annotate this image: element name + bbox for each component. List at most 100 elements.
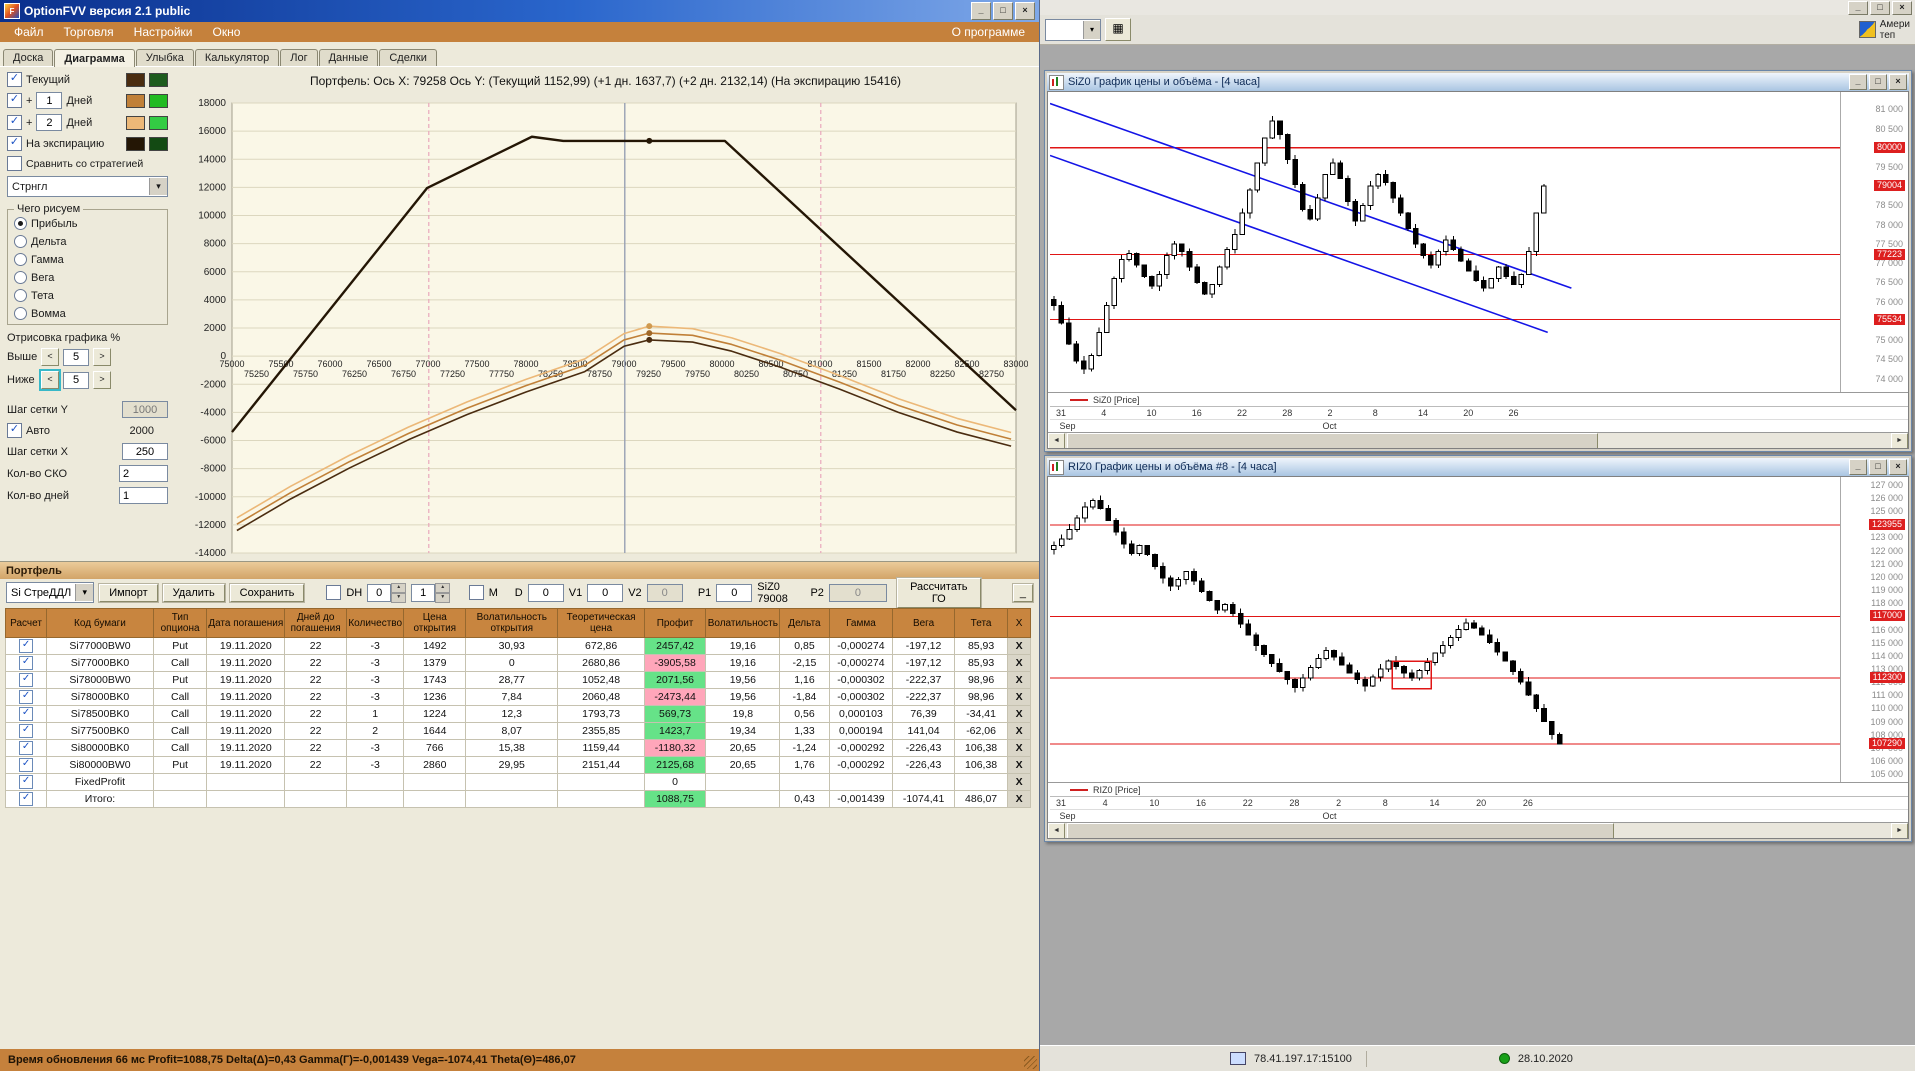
days-count-input[interactable]: [119, 487, 168, 504]
menu-about[interactable]: О программе: [942, 24, 1035, 40]
above-decrease-button[interactable]: <: [41, 348, 59, 366]
checkbox-plus2[interactable]: ✓: [7, 115, 22, 130]
resize-grip[interactable]: [1024, 1056, 1037, 1069]
spin-up-icon[interactable]: ▲: [435, 582, 451, 593]
scroll-left-icon[interactable]: ◄: [1048, 823, 1065, 838]
column-header[interactable]: Тип опциона: [152, 608, 208, 638]
checkbox-m[interactable]: [468, 585, 484, 600]
close-button[interactable]: ×: [1889, 74, 1907, 90]
row-delete-button[interactable]: X: [1007, 739, 1031, 757]
menu-settings[interactable]: Настройки: [124, 24, 203, 40]
checkbox-current[interactable]: ✓: [7, 72, 22, 87]
radio-theta[interactable]: [14, 289, 27, 302]
days1-input[interactable]: [36, 92, 63, 109]
import-button[interactable]: Импорт: [99, 583, 158, 602]
row-delete-button[interactable]: X: [1007, 722, 1031, 740]
below-decrease-button[interactable]: <: [39, 369, 61, 391]
above-input[interactable]: [63, 348, 89, 366]
terminal-combo[interactable]: ▾: [1045, 18, 1101, 41]
row-delete-button[interactable]: X: [1007, 773, 1031, 791]
si-candle-chart[interactable]: [1050, 92, 1840, 392]
sko-input[interactable]: [119, 465, 168, 482]
tab-diagram[interactable]: Диаграмма: [54, 49, 135, 67]
column-header[interactable]: Тета: [953, 608, 1009, 638]
scroll-right-icon[interactable]: ►: [1891, 823, 1908, 838]
row-checkbox[interactable]: ✓: [19, 724, 34, 738]
column-header[interactable]: Цена открытия: [403, 608, 467, 638]
spin-down-icon[interactable]: ▼: [435, 592, 451, 603]
scroll-thumb[interactable]: [1067, 433, 1598, 448]
scroll-left-icon[interactable]: ◄: [1048, 433, 1065, 448]
ri-scrollbar[interactable]: ◄ ►: [1048, 822, 1908, 838]
spin-up-icon[interactable]: ▲: [391, 582, 407, 593]
maximize-button[interactable]: □: [1869, 74, 1887, 90]
radio-vega[interactable]: [14, 271, 27, 284]
grid-tool-button[interactable]: ▦: [1105, 18, 1131, 41]
checkbox-plus1[interactable]: ✓: [7, 93, 22, 108]
row-checkbox[interactable]: ✓: [19, 758, 34, 772]
v1-input[interactable]: [587, 583, 624, 602]
row-delete-button[interactable]: X: [1007, 688, 1031, 706]
column-header[interactable]: Дней до погашения: [284, 608, 347, 638]
menu-window[interactable]: Окно: [203, 24, 251, 40]
column-header[interactable]: Гамма: [828, 608, 894, 638]
column-header[interactable]: Профит: [643, 608, 707, 638]
checkbox-dh[interactable]: [326, 585, 342, 600]
below-increase-button[interactable]: >: [93, 371, 111, 389]
column-header[interactable]: Количество: [345, 608, 405, 638]
row-checkbox[interactable]: ✓: [19, 741, 34, 755]
minimize-button[interactable]: _: [1848, 1, 1868, 15]
d-input[interactable]: [527, 583, 564, 602]
column-header[interactable]: Теоретическая цена: [557, 608, 645, 638]
row-delete-button[interactable]: X: [1007, 705, 1031, 723]
above-increase-button[interactable]: >: [93, 348, 111, 366]
scroll-thumb[interactable]: [1067, 823, 1615, 838]
title-bar[interactable]: F OptionFVV версия 2.1 public _ □ ×: [0, 0, 1039, 22]
radio-delta[interactable]: [14, 235, 27, 248]
close-button[interactable]: ×: [1889, 459, 1907, 475]
checkbox-expiration[interactable]: ✓: [7, 136, 22, 151]
payoff-chart[interactable]: -14000-12000-10000-8000-6000-4000-200002…: [176, 91, 1028, 559]
spin-down-icon[interactable]: ▼: [391, 592, 407, 603]
delete-button[interactable]: Удалить: [162, 583, 225, 602]
scroll-right-icon[interactable]: ►: [1891, 433, 1908, 448]
column-header[interactable]: Волатильность: [705, 608, 781, 638]
dh-value-1[interactable]: [367, 583, 392, 602]
tab-data[interactable]: Данные: [318, 49, 379, 66]
ri-window-titlebar[interactable]: RIZ0 График цены и объёма #8 - [4 часа] …: [1047, 458, 1909, 476]
minimize-button[interactable]: _: [1849, 74, 1867, 90]
tab-log[interactable]: Лог: [280, 49, 318, 66]
row-checkbox[interactable]: ✓: [19, 639, 34, 653]
row-delete-button[interactable]: X: [1007, 637, 1031, 655]
si-scrollbar[interactable]: ◄ ►: [1048, 432, 1908, 448]
dh-value-2[interactable]: [411, 583, 436, 602]
maximize-button[interactable]: □: [1870, 1, 1890, 15]
menu-file[interactable]: Файл: [4, 24, 54, 40]
row-delete-button[interactable]: X: [1007, 654, 1031, 672]
tab-calculator[interactable]: Калькулятор: [194, 49, 280, 66]
minimize-button[interactable]: _: [971, 2, 991, 20]
row-delete-button[interactable]: X: [1007, 671, 1031, 689]
close-button[interactable]: ×: [1892, 1, 1912, 15]
portfolio-select[interactable]: Si СтреДДЛ ▾: [6, 582, 95, 603]
tab-smile[interactable]: Улыбка: [135, 49, 194, 66]
chevron-down-icon[interactable]: ▾: [1083, 20, 1100, 39]
radio-vomma[interactable]: [14, 307, 27, 320]
grid-x-input[interactable]: [122, 443, 168, 460]
tab-board[interactable]: Доска: [3, 49, 54, 66]
column-header[interactable]: Дата погашения: [206, 608, 286, 638]
maximize-button[interactable]: □: [1869, 459, 1887, 475]
strategy-select[interactable]: Стрнгл ▾: [7, 176, 168, 197]
ri-candle-chart[interactable]: [1050, 477, 1840, 782]
row-delete-button[interactable]: X: [1007, 790, 1031, 808]
radio-gamma[interactable]: [14, 253, 27, 266]
chevron-down-icon[interactable]: ▾: [149, 178, 167, 195]
close-button[interactable]: ×: [1015, 2, 1035, 20]
row-checkbox[interactable]: ✓: [19, 690, 34, 704]
column-header[interactable]: Код бумаги: [46, 608, 154, 638]
menu-trade[interactable]: Торговля: [54, 24, 124, 40]
si-window-titlebar[interactable]: SiZ0 График цены и объёма - [4 часа] _ □…: [1047, 73, 1909, 91]
maximize-button[interactable]: □: [993, 2, 1013, 20]
column-header[interactable]: X: [1007, 608, 1031, 638]
save-button[interactable]: Сохранить: [229, 583, 305, 602]
